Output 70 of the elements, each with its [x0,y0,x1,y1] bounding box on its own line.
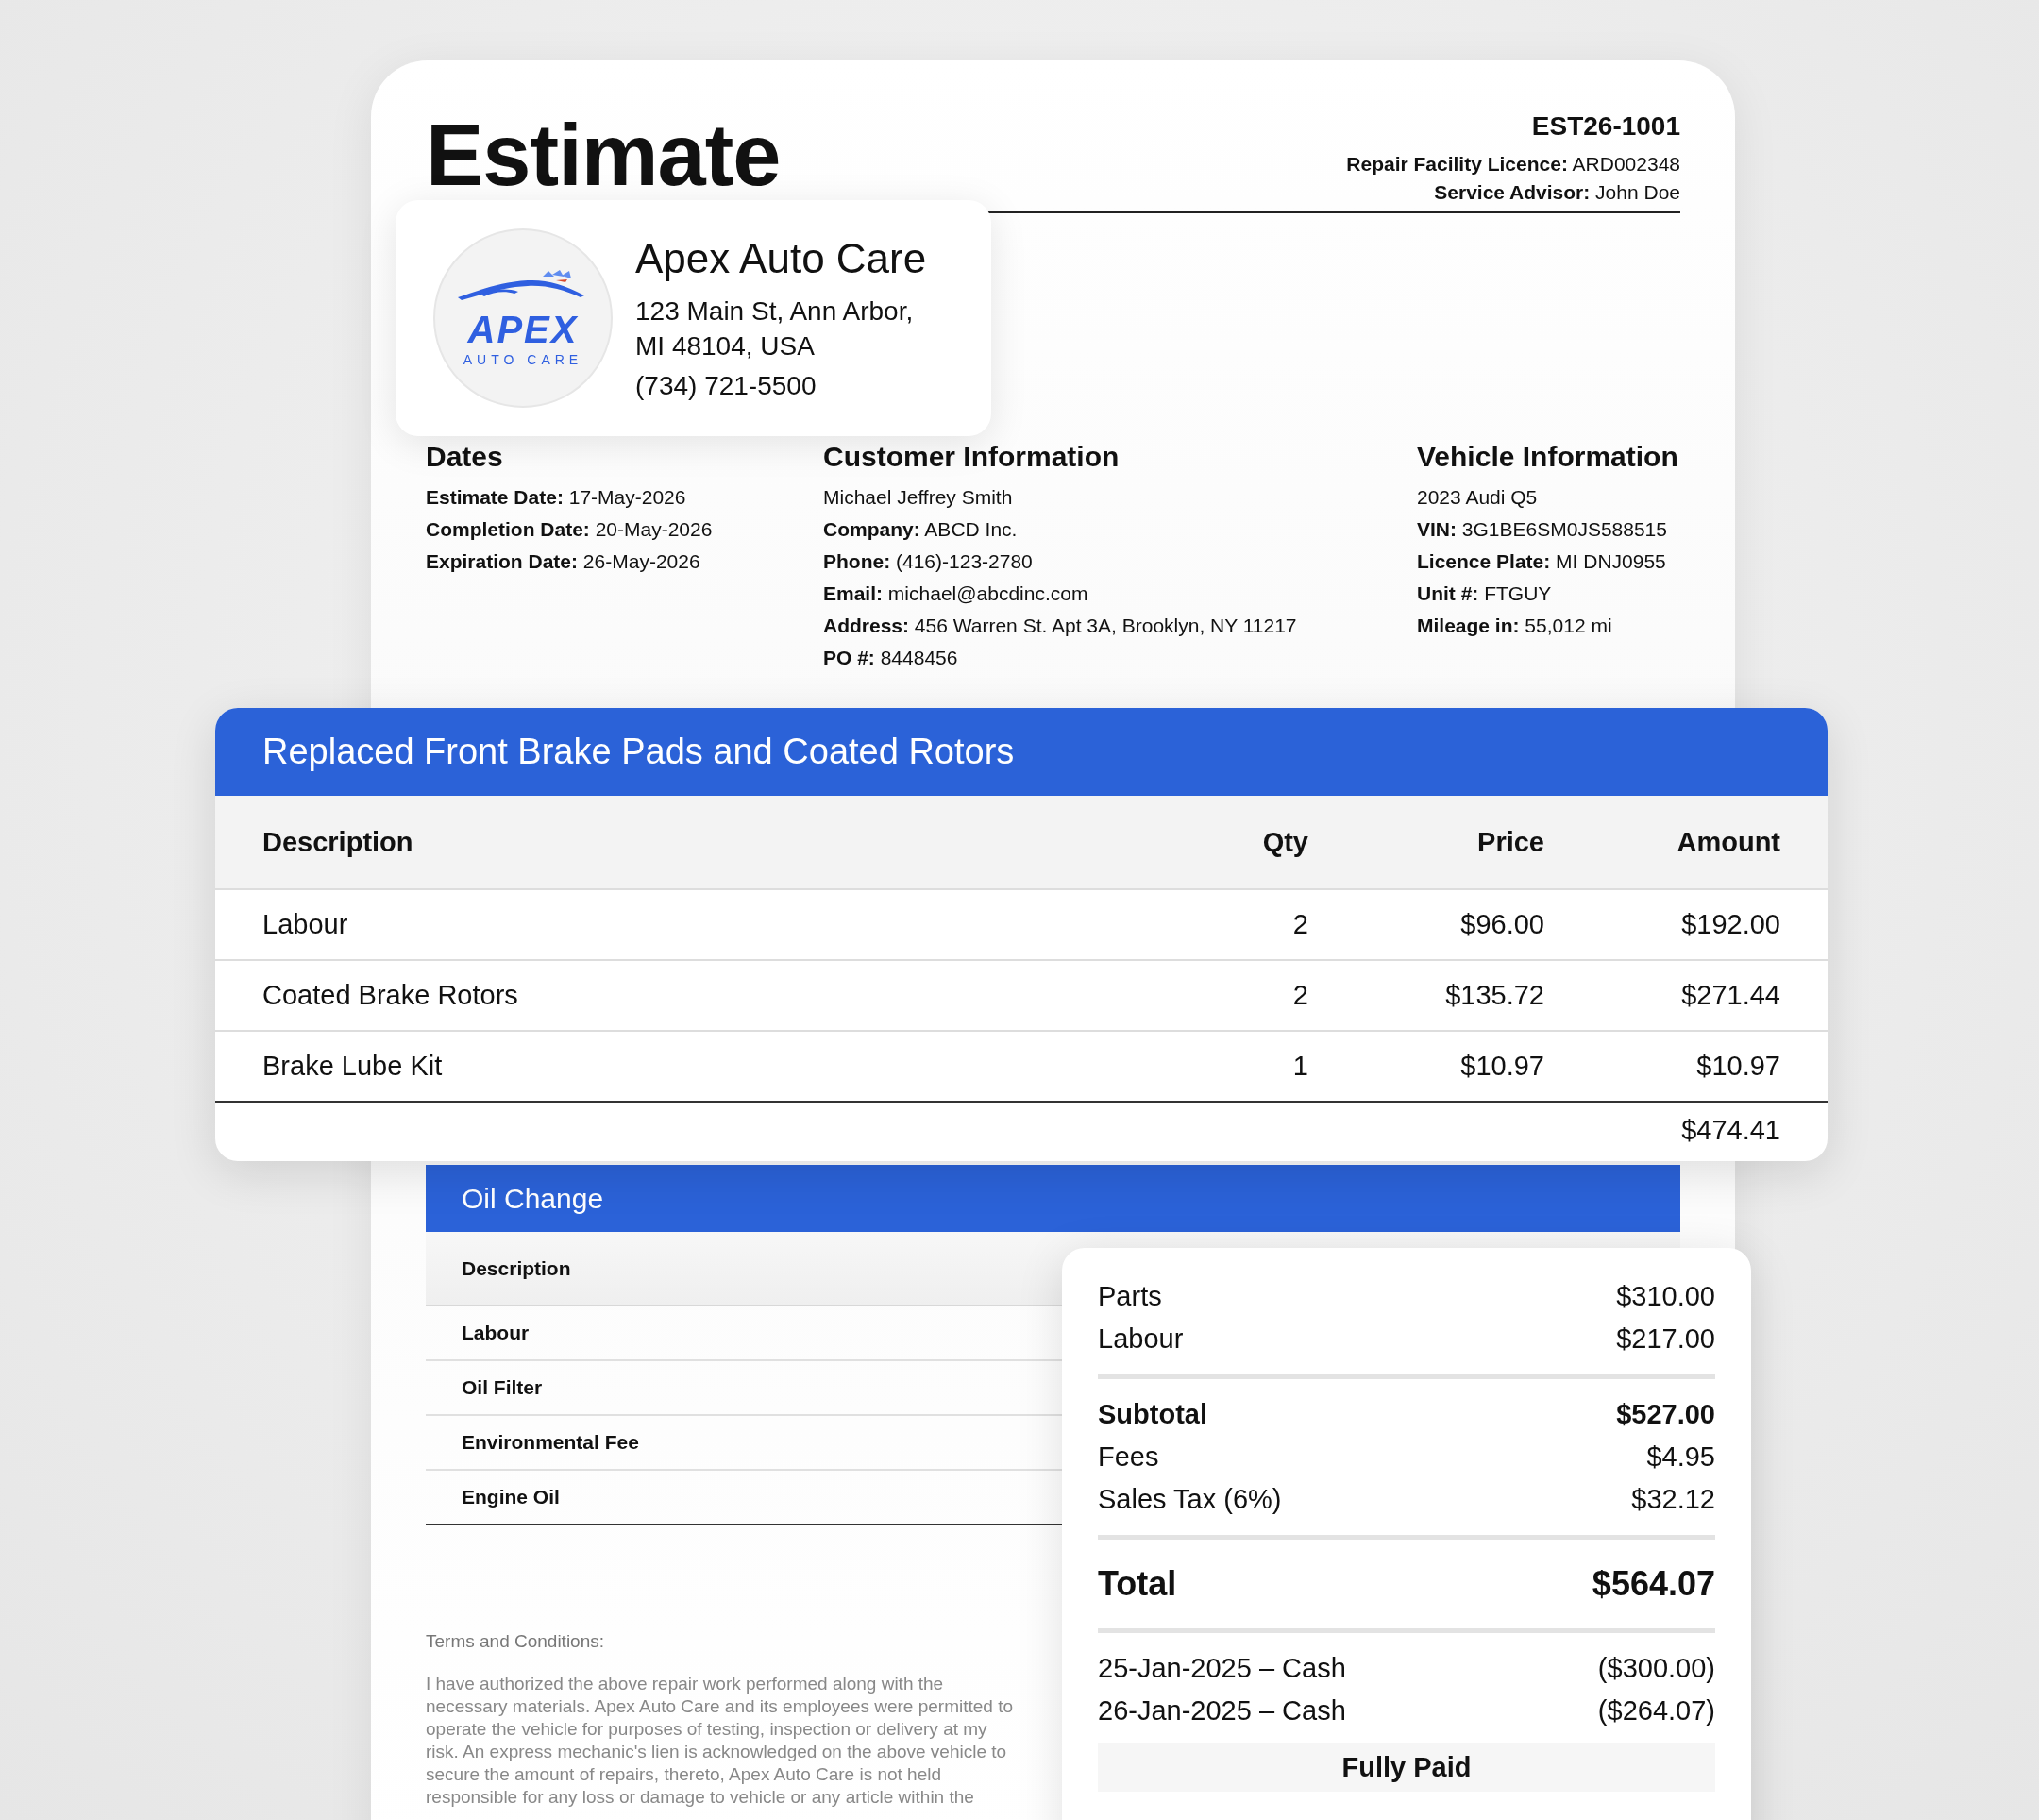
info-line: Completion Date: 20-May-2026 [426,517,714,542]
summary-amount: $217.00 [1616,1323,1715,1355]
table-cell: Engine Oil [462,1486,560,1508]
info-line: Company: ABCD Inc. [823,517,1019,542]
summary-label: 25-Jan-2025 – Cash [1098,1653,1346,1684]
summary-label: Labour [1098,1323,1184,1355]
company-address: 123 Main St, Ann Arbor, [635,295,915,328]
column-header: Description [262,826,414,858]
info-line: PO #: 8448456 [823,646,959,670]
summary-amount: ($264.07) [1597,1695,1715,1727]
summary-label: 26-Jan-2025 – Cash [1098,1695,1346,1727]
info-line: Address: 456 Warren St. Apt 3A, Brooklyn, NY 11217 [823,614,1298,638]
info-line: Michael Jeffrey Smith [823,485,1014,510]
table-cell-text: $10.97 [1695,1051,1780,1082]
table-cell-text: Brake Lube Kit [262,1051,444,1082]
info-line: Phone: (416)-123-2780 [823,549,1034,574]
section-title: Oil Change [462,1182,604,1215]
table-cell-text: $135.72 [1444,980,1544,1011]
section-heading: Dates [426,440,504,474]
header-detail: Repair Facility Licence: ARD002348 [1346,153,1680,176]
summary-label: Sales Tax (6%) [1098,1484,1282,1515]
company-address: MI 48104, USA [635,330,816,362]
table-cell: Oil Filter [462,1376,543,1399]
column-header: Qty [1261,826,1308,858]
logo-tagline: AUTO CARE [463,352,583,367]
summary-amount: $32.12 [1631,1484,1715,1515]
summary-amount: $564.07 [1592,1564,1715,1604]
info-line: Licence Plate: MI DNJ0955 [1417,549,1667,574]
section-title: Replaced Front Brake Pads and Coated Rotors [262,732,1015,772]
info-line: Unit #: FTGUY [1417,581,1553,606]
summary-amount: $310.00 [1616,1281,1715,1312]
info-line: Email: michael@abcdinc.com [823,581,1089,606]
summary-label: Parts [1098,1281,1162,1312]
terms-text: I have authorized the above repair work performed along with the necessary materials. Apex Auto Care and its employees were permitted to operate the vehicle for purposes of testing, inspection or delivery at my risk. An express mechanic's lien is acknowledged on the above vehicle to secure the amount of repairs, thereto, Apex Auto Care is not held responsible for any loss or damage to vehicle or any article within the [426,1673,1015,1809]
info-line: Estimate Date: 17-May-2026 [426,485,687,510]
company-name: Apex Auto Care [635,235,927,282]
table-cell-text: 1 [1291,1051,1308,1082]
table-cell-text: 2 [1291,909,1308,940]
header-detail: Service Advisor: John Doe [1434,181,1680,204]
job-total: $474.41 [1681,1114,1780,1146]
document-title: Estimate [426,108,781,204]
terms-heading: Terms and Conditions: [426,1631,605,1652]
summary-amount: ($300.00) [1597,1653,1715,1684]
section-heading: Vehicle Information [1417,440,1679,474]
summary-label: Subtotal [1098,1399,1207,1430]
column-header: Amount [1676,826,1780,858]
table-cell: Labour [462,1322,530,1344]
logo-wordmark: APEX [467,311,579,348]
table-cell-text: $271.44 [1680,980,1780,1011]
info-line: Expiration Date: 26-May-2026 [426,549,701,574]
table-cell: Environmental Fee [462,1431,639,1454]
company-phone: (734) 721-5500 [635,371,817,401]
table-cell-text: $192.00 [1680,909,1780,940]
table-cell-text: $96.00 [1459,909,1544,940]
summary-label: Total [1098,1564,1177,1604]
table-cell-text: $10.97 [1459,1051,1544,1082]
payment-status: Fully Paid [1098,1743,1715,1792]
column-header: Price [1476,826,1544,858]
estimate-number: EST26-1001 [1531,111,1680,142]
column-header: Description [462,1256,571,1280]
table-cell-text: Coated Brake Rotors [262,980,519,1011]
summary-amount: $527.00 [1616,1399,1715,1430]
section-heading: Customer Information [823,440,1121,474]
info-line: 2023 Audi Q5 [1417,485,1539,510]
info-line: VIN: 3G1BE6SM0JS588515 [1417,517,1668,542]
summary-amount: $4.95 [1646,1441,1715,1473]
info-line: Mileage in: 55,012 mi [1417,614,1613,638]
table-cell-text: Labour [262,909,349,940]
table-cell-text: 2 [1291,980,1308,1011]
summary-label: Fees [1098,1441,1159,1473]
